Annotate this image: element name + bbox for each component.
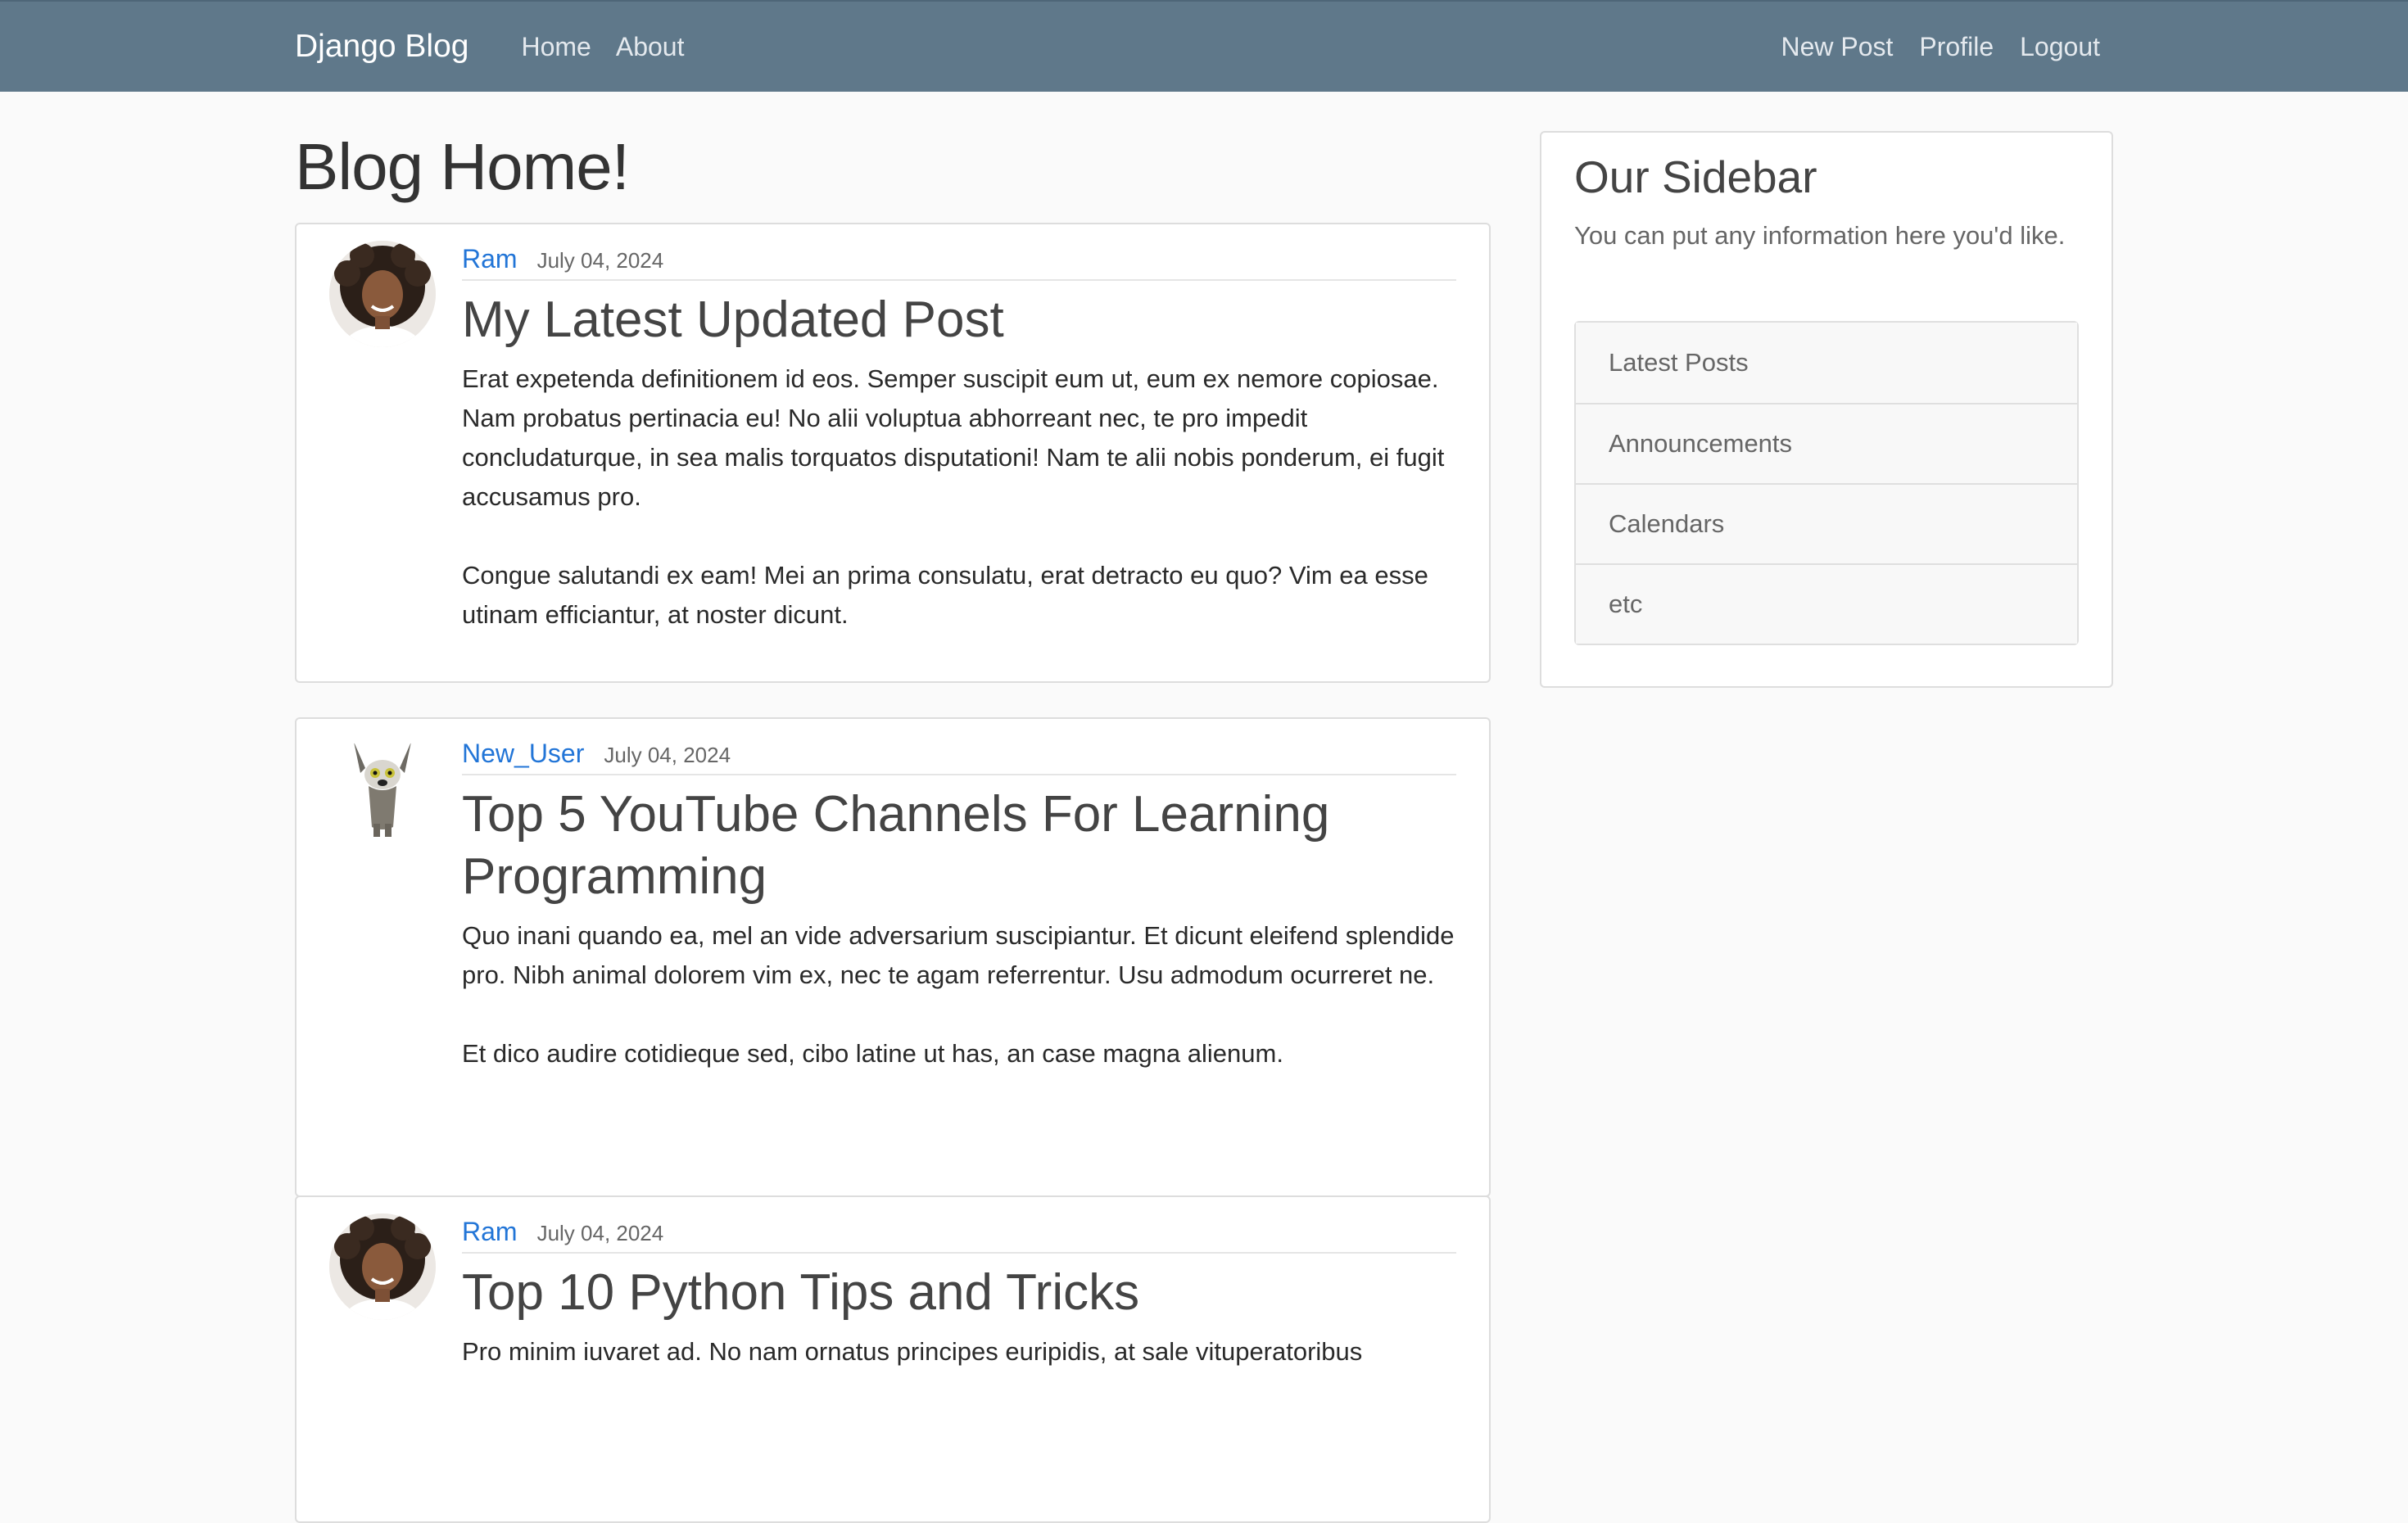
- post-title-link[interactable]: My Latest Updated Post: [462, 289, 1456, 351]
- post-card: Ram July 04, 2024 Top 10 Python Tips and…: [295, 1195, 1491, 1523]
- sidebar-item-etc[interactable]: etc: [1576, 563, 2077, 644]
- post-card: New_User July 04, 2024 Top 5 YouTube Cha…: [295, 717, 1491, 1197]
- post-content-paragraph: Quo inani quando ea, mel an vide adversa…: [462, 921, 1455, 989]
- avatar[interactable]: [329, 1213, 436, 1320]
- sidebar-item-calendars[interactable]: Calendars: [1576, 483, 2077, 563]
- nav-link-profile[interactable]: Profile: [1919, 32, 1994, 62]
- avatar[interactable]: [329, 735, 436, 842]
- post-meta: Ram July 04, 2024: [462, 244, 1456, 281]
- post-date: July 04, 2024: [536, 1221, 664, 1245]
- post-content-paragraph: Pro minim iuvaret ad. No nam ornatus pri…: [462, 1337, 1363, 1366]
- post-meta: New_User July 04, 2024: [462, 739, 1456, 775]
- post-author-link[interactable]: Ram: [462, 1217, 518, 1247]
- post-title-link[interactable]: Top 5 YouTube Channels For Learning Prog…: [462, 784, 1456, 908]
- post-card: Ram July 04, 2024 My Latest Updated Post…: [295, 223, 1491, 683]
- avatar[interactable]: [329, 241, 436, 347]
- avatar-woman-icon: [329, 241, 436, 347]
- sidebar: Our Sidebar You can put any information …: [1540, 131, 2113, 688]
- navbar-container: Django Blog Home About New Post Profile …: [295, 2, 2100, 92]
- avatar-woman-icon: [329, 1213, 436, 1320]
- post-content-paragraph: Erat expetenda definitionem id eos. Semp…: [462, 364, 1445, 511]
- top-navbar: Django Blog Home About New Post Profile …: [0, 0, 2408, 92]
- sidebar-description: You can put any information here you'd l…: [1574, 221, 2066, 250]
- post-content-paragraph: Et dico audire cotidieque sed, cibo lati…: [462, 1039, 1283, 1068]
- post-body: Ram July 04, 2024 Top 10 Python Tips and…: [462, 1217, 1456, 1372]
- post-date: July 04, 2024: [604, 743, 731, 767]
- nav-link-about[interactable]: About: [616, 32, 685, 62]
- navbar-right-group: New Post Profile Logout: [1754, 32, 2100, 62]
- page-title: Blog Home!: [295, 130, 630, 203]
- nav-link-home[interactable]: Home: [521, 32, 591, 62]
- sidebar-item-latest-posts[interactable]: Latest Posts: [1576, 323, 2077, 403]
- post-body: New_User July 04, 2024 Top 5 YouTube Cha…: [462, 739, 1456, 1073]
- post-body: Ram July 04, 2024 My Latest Updated Post…: [462, 244, 1456, 635]
- post-content-paragraph: Congue salutandi ex eam! Mei an prima co…: [462, 561, 1428, 629]
- brand-link[interactable]: Django Blog: [295, 29, 468, 65]
- nav-link-new-post[interactable]: New Post: [1781, 32, 1893, 62]
- post-author-link[interactable]: New_User: [462, 739, 584, 769]
- sidebar-title: Our Sidebar: [1574, 151, 1817, 202]
- main-content: Blog Home! Ram July 04, 2024 My Latest U…: [295, 92, 1491, 1523]
- post-meta: Ram July 04, 2024: [462, 1217, 1456, 1254]
- post-title-link[interactable]: Top 10 Python Tips and Tricks: [462, 1262, 1456, 1324]
- post-date: July 04, 2024: [536, 248, 664, 273]
- avatar-lemur-icon: [329, 735, 436, 842]
- nav-link-logout[interactable]: Logout: [2020, 32, 2100, 62]
- sidebar-item-announcements[interactable]: Announcements: [1576, 403, 2077, 483]
- post-author-link[interactable]: Ram: [462, 244, 518, 274]
- sidebar-list: Latest Posts Announcements Calendars etc: [1574, 321, 2079, 645]
